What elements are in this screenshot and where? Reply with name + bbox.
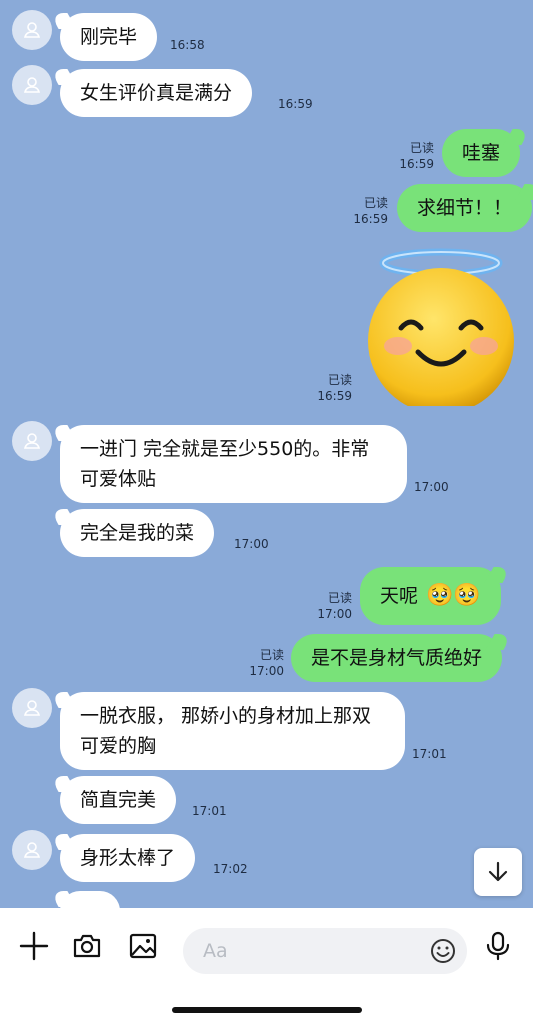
emoji-button[interactable] bbox=[429, 937, 457, 970]
message-text: 完全是我的菜 bbox=[80, 522, 195, 544]
camera-button[interactable] bbox=[69, 928, 105, 964]
emoji-icon bbox=[431, 939, 455, 963]
home-indicator[interactable] bbox=[172, 1007, 362, 1013]
avatar[interactable] bbox=[12, 65, 52, 105]
message-text: 身形太棒了 bbox=[80, 847, 176, 869]
scroll-down-button[interactable] bbox=[474, 848, 522, 896]
message-bubble[interactable]: 天呢 🥹🥹 bbox=[360, 567, 501, 625]
image-icon bbox=[129, 933, 157, 959]
avatar[interactable] bbox=[12, 421, 52, 461]
mic-button[interactable] bbox=[480, 928, 516, 964]
plus-button[interactable] bbox=[16, 928, 52, 964]
message-text: 刚完毕 bbox=[80, 26, 138, 48]
avatar[interactable] bbox=[12, 830, 52, 870]
message-bubble[interactable]: 完全是我的菜 bbox=[60, 509, 215, 557]
message-text: 是不是身材气质绝好 bbox=[311, 647, 483, 669]
message-time: 17:01 bbox=[192, 804, 227, 818]
message-input[interactable]: Aa bbox=[183, 928, 467, 974]
message-time: 16:58 bbox=[170, 38, 205, 52]
message-text: 女生评价真是满分 bbox=[80, 82, 233, 104]
message-bubble[interactable] bbox=[60, 891, 120, 908]
mic-icon bbox=[486, 931, 510, 961]
chat-area[interactable]: 刚完毕 16:58 女生评价真是满分 16:59 已读 16:59 哇塞 已读 16… bbox=[0, 0, 533, 908]
message-text: 哇塞 bbox=[462, 142, 501, 164]
message-time: 17:02 bbox=[213, 862, 248, 876]
message-time: 17:01 bbox=[412, 747, 447, 761]
message-bubble[interactable]: 刚完毕 bbox=[60, 13, 158, 61]
message-text: 简直完美 bbox=[80, 789, 157, 811]
message-text: 一脱衣服， 那娇小的身材加上那双可爱的胸 bbox=[80, 705, 372, 757]
message-bubble[interactable]: 是不是身材气质绝好 bbox=[291, 634, 503, 682]
read-receipt: 已读 16:59 bbox=[353, 196, 388, 226]
message-text: 一进门 完全就是至少550的。非常可爱体贴 bbox=[80, 438, 370, 490]
message-bubble[interactable]: 哇塞 bbox=[442, 129, 521, 177]
plus-icon bbox=[19, 931, 49, 961]
message-bubble[interactable]: 一脱衣服， 那娇小的身材加上那双可爱的胸 bbox=[60, 692, 405, 770]
input-placeholder: Aa bbox=[203, 940, 228, 962]
read-receipt: 已读 17:00 bbox=[317, 591, 352, 621]
user-icon bbox=[23, 842, 41, 858]
message-text: 天呢 bbox=[380, 585, 419, 607]
message-time: 17:00 bbox=[234, 537, 269, 551]
read-receipt: 已读 16:59 bbox=[317, 373, 352, 403]
user-icon bbox=[23, 433, 41, 449]
message-time: 17:00 bbox=[414, 480, 449, 494]
message-bubble[interactable]: 求细节！！ bbox=[397, 184, 533, 232]
arrow-down-icon bbox=[488, 861, 508, 882]
emoji-icon: 🥹🥹 bbox=[426, 583, 481, 608]
avatar[interactable] bbox=[12, 688, 52, 728]
user-icon bbox=[23, 22, 41, 38]
message-text: 求细节！！ bbox=[417, 197, 513, 219]
message-bubble[interactable]: 一进门 完全就是至少550的。非常可爱体贴 bbox=[60, 425, 407, 503]
camera-icon bbox=[73, 934, 101, 958]
message-bubble[interactable]: 简直完美 bbox=[60, 776, 177, 824]
user-icon bbox=[23, 700, 41, 716]
image-button[interactable] bbox=[125, 928, 161, 964]
read-receipt: 已读 17:00 bbox=[249, 648, 284, 678]
halo-sticker[interactable] bbox=[366, 246, 516, 414]
message-bubble[interactable]: 女生评价真是满分 bbox=[60, 69, 253, 117]
message-bubble[interactable]: 身形太棒了 bbox=[60, 834, 196, 882]
read-receipt: 已读 16:59 bbox=[399, 141, 434, 171]
avatar[interactable] bbox=[12, 10, 52, 50]
message-time: 16:59 bbox=[278, 97, 313, 111]
user-icon bbox=[23, 77, 41, 93]
